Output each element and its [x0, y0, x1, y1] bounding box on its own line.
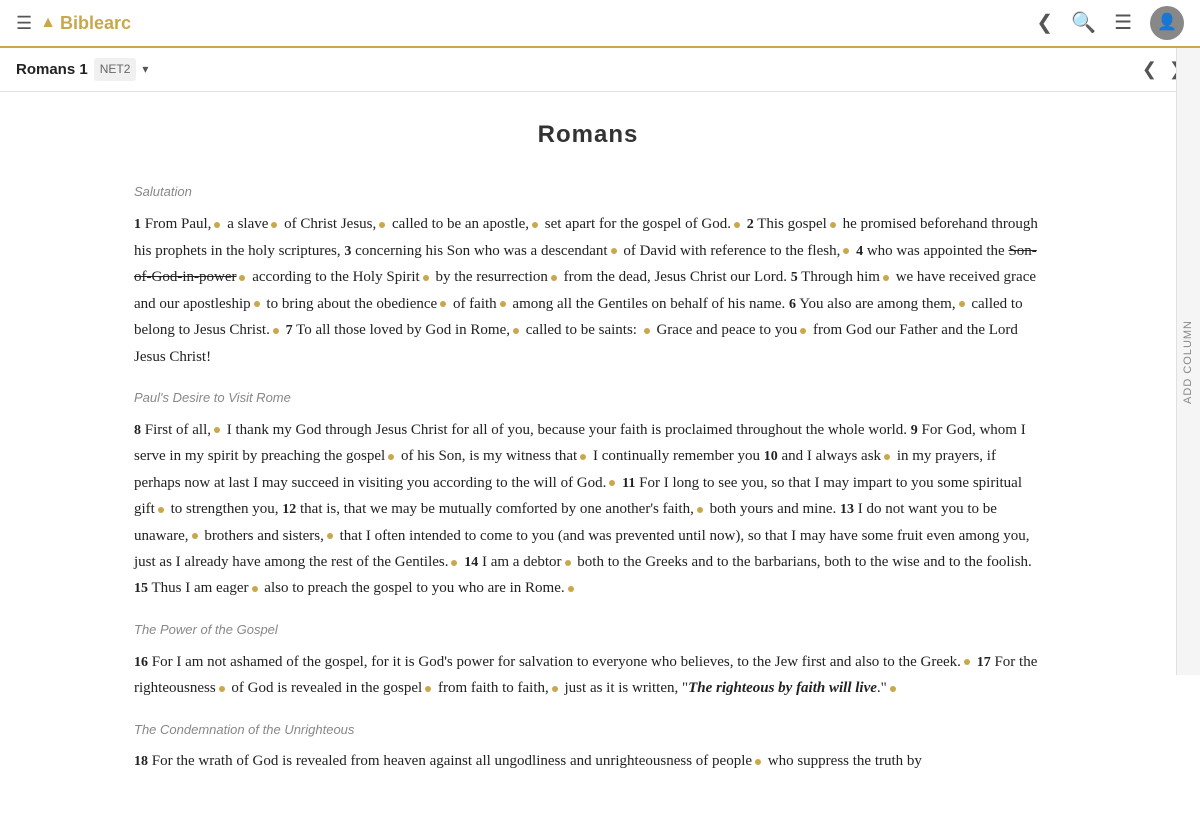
- sub-navbar: Romans 1 NET2 ▾ ❮ ❯: [0, 48, 1200, 92]
- nav-right: ❮ 🔍 ☰ 👤: [1036, 6, 1184, 40]
- verse-num-6: 6: [789, 297, 796, 312]
- verse-num-18: 18: [134, 754, 148, 769]
- dropdown-arrow-icon[interactable]: ▾: [142, 60, 148, 79]
- add-column-panel[interactable]: ADD COLUMN: [1176, 48, 1200, 675]
- verse-num-16: 16: [134, 655, 148, 670]
- add-column-label: ADD COLUMN: [1180, 320, 1198, 404]
- verse-num-5: 5: [791, 270, 798, 285]
- tools-icon[interactable]: ☰: [1114, 7, 1132, 39]
- section-heading-salutation: Salutation: [134, 182, 1042, 203]
- verse-num-2: 2: [747, 217, 754, 232]
- section-heading-power: The Power of the Gospel: [134, 620, 1042, 641]
- verse-block-8-15: 8 First of all, I thank my God through J…: [134, 417, 1042, 602]
- verse-num-4: 4: [856, 244, 863, 259]
- verse-num-8: 8: [134, 423, 141, 438]
- page-title: Romans: [134, 116, 1042, 154]
- search-icon[interactable]: 🔍: [1071, 7, 1096, 39]
- nav-left: ☰ ▲ Biblearc: [16, 9, 131, 38]
- verse-num-11: 11: [622, 476, 635, 491]
- verse-block-16-17: 16 For I am not ashamed of the gospel, f…: [134, 649, 1042, 702]
- verse-block-18: 18 For the wrath of God is revealed from…: [134, 748, 1042, 775]
- verse-num-14: 14: [464, 555, 478, 570]
- verse-num-10: 10: [764, 449, 778, 464]
- top-navbar: ☰ ▲ Biblearc ❮ 🔍 ☰ 👤: [0, 0, 1200, 48]
- logo-arrow-icon: ▲: [40, 10, 56, 36]
- avatar[interactable]: 👤: [1150, 6, 1184, 40]
- section-heading-desire: Paul's Desire to Visit Rome: [134, 388, 1042, 409]
- version-badge: NET2: [94, 58, 137, 81]
- verse-num-13: 13: [840, 502, 854, 517]
- back-icon[interactable]: ❮: [1036, 7, 1053, 39]
- main-content: Romans Salutation 1 From Paul, a slave o…: [110, 92, 1090, 821]
- menu-icon[interactable]: ☰: [16, 9, 32, 38]
- logo[interactable]: ▲ Biblearc: [40, 9, 131, 38]
- verse-num-7: 7: [286, 323, 293, 338]
- prev-chapter-icon[interactable]: ❮: [1142, 55, 1157, 84]
- verse-num-3: 3: [344, 244, 351, 259]
- verse-num-15: 15: [134, 581, 148, 596]
- verse-num-12: 12: [282, 502, 296, 517]
- verse-num-1: 1: [134, 217, 141, 232]
- verse-block-1-7: 1 From Paul, a slave of Christ Jesus, ca…: [134, 211, 1042, 370]
- verse-num-9: 9: [911, 423, 918, 438]
- section-heading-condemnation: The Condemnation of the Unrighteous: [134, 720, 1042, 741]
- logo-text: Biblearc: [60, 9, 131, 38]
- verse-num-17: 17: [977, 655, 991, 670]
- book-title: Romans 1: [16, 58, 88, 82]
- sub-nav-left: Romans 1 NET2 ▾: [16, 58, 148, 82]
